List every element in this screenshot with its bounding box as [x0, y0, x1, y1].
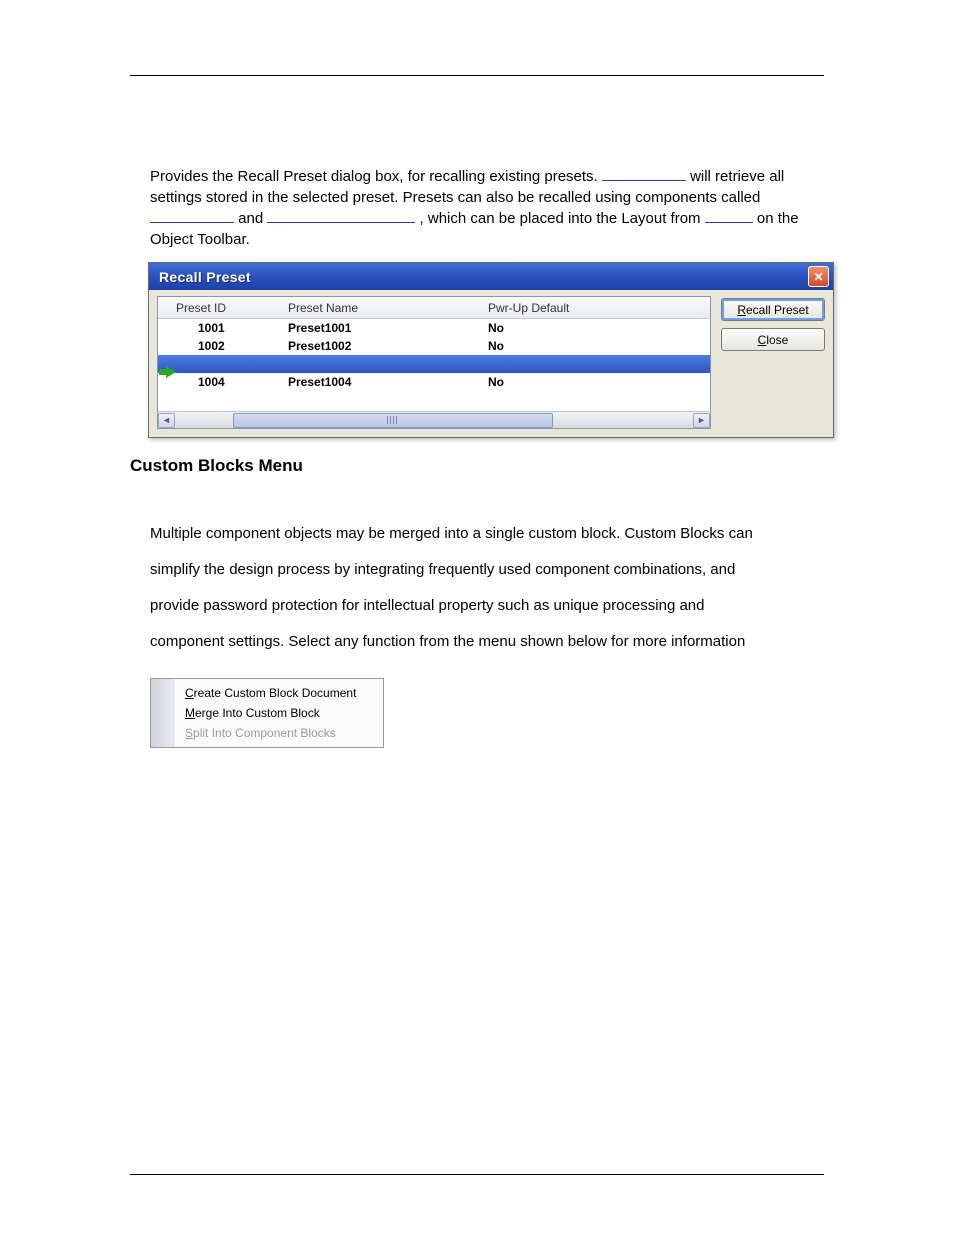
table-row[interactable]: 1002Preset1002No [158, 337, 710, 355]
cell-pwrup-default: No [488, 339, 638, 353]
section-heading-custom-blocks: Custom Blocks Menu [130, 456, 824, 476]
intro-paragraph: Provides the Recall Preset dialog box, f… [150, 166, 824, 250]
table-row[interactable]: 1004Preset1004No [158, 373, 710, 391]
cell-pwrup-default: No [488, 375, 638, 389]
scroll-right-button[interactable]: ► [693, 413, 710, 428]
cell-preset-id: 1002 [158, 339, 288, 353]
titlebar[interactable]: Recall Preset ✕ [149, 263, 833, 290]
link-blank-layout[interactable] [705, 209, 753, 223]
recall-preset-dialog: Recall Preset ✕ Preset ID Preset Name Pw… [148, 262, 834, 438]
recall-preset-button[interactable]: Recall Preset [721, 298, 825, 321]
bottom-rule [130, 1174, 824, 1175]
text: and [238, 210, 267, 227]
column-pwrup-default[interactable]: Pwr-Up Default [488, 301, 638, 315]
link-blank-comp2[interactable] [267, 209, 415, 223]
body-paragraph: Multiple component objects may be merged… [150, 516, 770, 660]
scroll-thumb[interactable] [233, 413, 553, 428]
column-preset-id[interactable]: Preset ID [158, 301, 288, 315]
table-row[interactable]: 1001Preset1001No [158, 319, 710, 337]
cell-preset-id: 1004 [158, 375, 288, 389]
link-blank-comp1[interactable] [150, 209, 234, 223]
cell-preset-name: Preset1004 [288, 375, 488, 389]
close-button[interactable]: Close [721, 328, 825, 351]
column-preset-name[interactable]: Preset Name [288, 301, 488, 315]
list-header: Preset ID Preset Name Pwr-Up Default [158, 297, 710, 319]
dialog-title: Recall Preset [159, 269, 251, 285]
scroll-left-button[interactable]: ◄ [158, 413, 175, 428]
close-icon[interactable]: ✕ [808, 266, 829, 287]
menu-item[interactable]: Merge Into Custom Block [175, 703, 383, 723]
menu-item: Split Into Component Blocks [175, 723, 383, 743]
cell-pwrup-default: No [488, 321, 638, 335]
custom-blocks-menu: Create Custom Block DocumentMerge Into C… [150, 678, 384, 748]
menu-item[interactable]: Create Custom Block Document [175, 683, 383, 703]
scroll-track[interactable] [175, 413, 693, 428]
top-rule [130, 75, 824, 76]
cell-preset-id: 1001 [158, 321, 288, 335]
link-blank-recall[interactable] [602, 167, 686, 181]
horizontal-scrollbar[interactable]: ◄ ► [158, 411, 710, 428]
text: Provides the Recall Preset dialog box, f… [150, 168, 602, 185]
menu-gutter [151, 679, 175, 747]
cell-preset-name: Preset1002 [288, 339, 488, 353]
text: , which can be placed into the Layout fr… [420, 210, 705, 227]
cell-preset-name: Preset1001 [288, 321, 488, 335]
table-row[interactable] [158, 355, 710, 373]
preset-list: Preset ID Preset Name Pwr-Up Default 100… [157, 296, 711, 429]
